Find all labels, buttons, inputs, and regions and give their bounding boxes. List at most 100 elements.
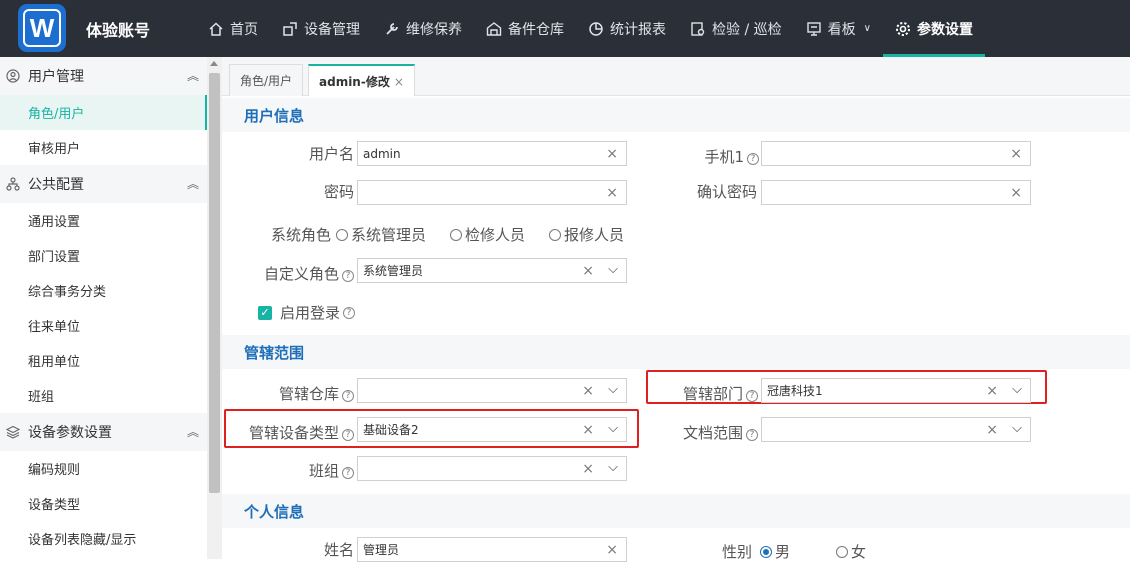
name-label: 姓名 [323,541,354,559]
chevron-down-icon[interactable]: ⌵ [608,382,618,397]
radio-dot[interactable] [836,545,849,558]
username-value: admin [363,146,401,161]
warehouse-label: 管辖仓库? [258,383,354,404]
main-nav: 首页 设备管理 维修保养 备件仓库 统计报表 检验 / 巡检 看板 ∨ 参数设置 [196,0,985,57]
confirm-password-input[interactable]: × [761,180,1031,205]
nav-settings[interactable]: 参数设置 [882,0,985,57]
sidebar: 用户管理 ︽ 角色/用户 审核用户 公共配置 ︽ 通用设置 部门设置 综合事务分… [0,57,207,559]
nav-board[interactable]: 看板 ∨ [794,0,883,57]
sidebar-item-lessees[interactable]: 租用单位 [0,343,207,378]
help-icon[interactable]: ? [342,390,354,402]
sidebar-item-general-settings[interactable]: 通用设置 [0,203,207,238]
account-name[interactable]: 体验账号 [86,17,150,41]
department-label-text: 管辖部门 [682,385,743,403]
inspection-icon [691,21,705,36]
help-icon[interactable]: ? [343,306,356,319]
help-icon[interactable]: ? [342,429,354,441]
clear-icon[interactable]: × [582,383,594,399]
document-scope-select[interactable]: × ⌵ [761,417,1031,442]
sidebar-item-equipment-types[interactable]: 设备类型 [0,486,207,521]
role-radio-admin[interactable]: 系统管理员 [336,224,426,245]
sidebar-group-label: 设备参数设置 [28,425,112,441]
sidebar-group-equipment-params[interactable]: 设备参数设置 ︽ [0,413,207,451]
nav-maintenance[interactable]: 维修保养 [372,0,474,57]
clear-icon[interactable]: × [606,185,618,201]
device-type-select[interactable]: 基础设备2 × ⌵ [357,417,627,442]
password-input[interactable]: × [357,180,627,205]
form-content: 用户信息 用户名 admin × 手机1? × 密码 × 确认密码 × 系统角色… [222,96,1130,562]
enable-login-checkbox[interactable]: ✓ 启用登录? [258,302,356,323]
enable-login-label: 启用登录 [280,304,341,322]
sidebar-group-public-config[interactable]: 公共配置 ︽ [0,165,207,203]
name-input[interactable]: 管理员 × [357,537,627,562]
radio-dot[interactable] [450,228,463,241]
clear-icon[interactable]: × [582,263,594,279]
sidebar-item-review-users[interactable]: 审核用户 [0,130,207,165]
nav-equipment[interactable]: 设备管理 [270,0,372,57]
nav-reports[interactable]: 统计报表 [576,0,678,57]
clear-icon[interactable]: × [986,422,998,438]
tab-admin-edit[interactable]: admin-修改 × [308,64,415,97]
radio-dot-selected[interactable] [760,545,772,558]
role-radio-reporter[interactable]: 报修人员 [549,224,624,245]
sidebar-item-department-settings[interactable]: 部门设置 [0,238,207,273]
nav-home[interactable]: 首页 [196,0,270,57]
help-icon[interactable]: ? [747,153,759,165]
layers-icon [6,425,20,439]
sidebar-item-teams[interactable]: 班组 [0,378,207,413]
radio-dot[interactable] [549,228,562,241]
sidebar-item-code-rules[interactable]: 编码规则 [0,451,207,486]
checkbox-checked-icon[interactable]: ✓ [258,305,272,320]
clear-icon[interactable]: × [606,542,618,558]
radio-dot[interactable] [336,228,348,241]
phone-label-text: 手机1 [704,148,744,166]
nav-maintenance-label: 维修保养 [406,21,462,38]
scrollbar-thumb[interactable] [209,73,220,493]
sidebar-group-user-management[interactable]: 用户管理 ︽ [0,57,207,95]
clear-icon[interactable]: × [582,422,594,438]
chevron-down-icon[interactable]: ⌵ [608,421,618,436]
tab-roles-users[interactable]: 角色/用户 [229,64,304,96]
chevron-down-icon[interactable]: ⌵ [608,460,618,475]
device-type-value: 基础设备2 [363,423,419,437]
logo-letter: W [23,9,61,47]
gear-icon [895,21,910,36]
clear-icon[interactable]: × [986,383,998,399]
sidebar-item-list-visibility[interactable]: 设备列表隐藏/显示 [0,521,207,556]
sidebar-item-partners[interactable]: 往来单位 [0,308,207,343]
help-icon[interactable]: ? [342,270,354,282]
sidebar-scrollbar[interactable] [207,57,222,559]
sidebar-item-roles-users[interactable]: 角色/用户 [0,95,207,130]
username-input[interactable]: admin × [357,141,627,166]
phone-input[interactable]: × [761,141,1031,166]
nav-reports-label: 统计报表 [610,21,666,38]
app-logo[interactable]: W [18,4,66,52]
collapse-icon[interactable]: ︽ [187,175,199,192]
team-label: 班组? [292,460,354,481]
scroll-up-arrow-icon[interactable] [210,61,218,66]
department-select[interactable]: 冠唐科技1 × ⌵ [761,378,1031,403]
role-radio-repairer[interactable]: 检修人员 [450,224,525,245]
clear-icon[interactable]: × [582,461,594,477]
nav-inspection[interactable]: 检验 / 巡检 [678,0,794,57]
warehouse-select[interactable]: × ⌵ [357,378,627,403]
sidebar-item-affairs-category[interactable]: 综合事务分类 [0,273,207,308]
name-value: 管理员 [363,543,400,557]
help-icon[interactable]: ? [746,429,758,441]
collapse-icon[interactable]: ︽ [187,423,199,440]
nav-warehouse[interactable]: 备件仓库 [474,0,576,57]
custom-role-select[interactable]: 系统管理员 × ⌵ [357,258,627,283]
clear-icon[interactable]: × [1010,185,1022,201]
chevron-down-icon[interactable]: ⌵ [1012,382,1022,397]
clear-icon[interactable]: × [1010,146,1022,162]
team-select[interactable]: × ⌵ [357,456,627,481]
close-icon[interactable]: × [394,75,404,89]
collapse-icon[interactable]: ︽ [187,67,199,84]
help-icon[interactable]: ? [746,390,758,402]
chevron-down-icon[interactable]: ⌵ [1012,421,1022,436]
custom-role-label-text: 自定义角色 [263,265,339,283]
chevron-down-icon[interactable]: ⌵ [608,262,618,277]
help-icon[interactable]: ? [342,467,354,479]
clear-icon[interactable]: × [606,146,618,162]
device-type-label-text: 管辖设备类型 [248,424,339,442]
